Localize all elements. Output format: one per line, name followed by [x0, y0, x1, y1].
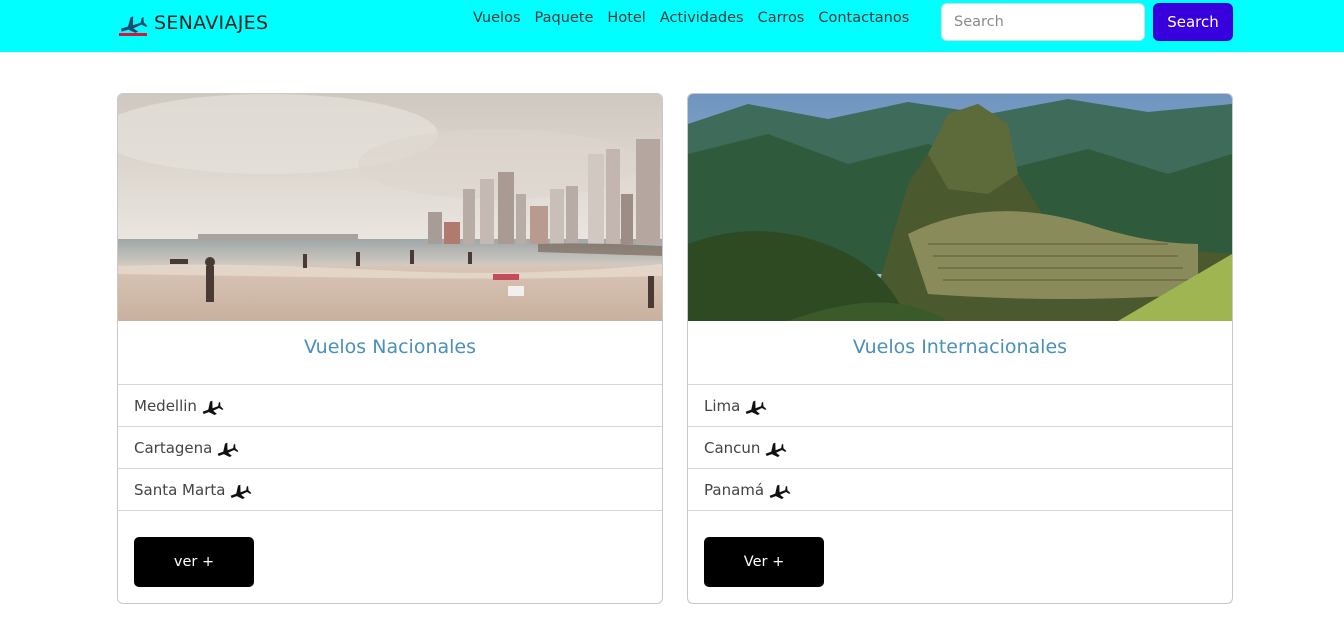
airplane-icon — [217, 442, 239, 457]
airplane-icon — [769, 484, 791, 499]
airplane-icon — [745, 400, 767, 415]
card-title: Vuelos Internacionales — [852, 336, 1068, 358]
brand[interactable]: SENAVIAJES — [118, 8, 268, 38]
destination-label: Panamá — [704, 480, 765, 499]
destination-label: Lima — [704, 396, 741, 415]
nav-links: Vuelos Paquete Hotel Actividades Carros … — [466, 10, 916, 26]
list-item[interactable]: Cancun — [688, 427, 1232, 469]
list-item[interactable]: Panamá — [688, 469, 1232, 511]
nav-link-actividades[interactable]: Actividades — [660, 10, 744, 26]
nav-link-contactanos[interactable]: Contactanos — [818, 10, 909, 26]
card-vuelos-nacionales: Vuelos Nacionales Medellin Cartagena San… — [117, 93, 663, 604]
airplane-icon — [231, 484, 252, 499]
search-button[interactable]: Search — [1153, 3, 1233, 41]
nav-link-hotel[interactable]: Hotel — [607, 10, 645, 26]
destination-label: Santa Marta — [134, 480, 226, 499]
nav-link-vuelos[interactable]: Vuelos — [473, 10, 521, 26]
nav-link-paquete[interactable]: Paquete — [535, 10, 594, 26]
brand-name: SENAVIAJES — [154, 12, 269, 34]
card-title: Vuelos Nacionales — [303, 336, 477, 358]
nav-link-carros[interactable]: Carros — [758, 10, 805, 26]
navbar: SENAVIAJES Vuelos Paquete Hotel Activida… — [0, 0, 1344, 52]
search-input[interactable] — [941, 3, 1145, 41]
ver-more-button[interactable]: Ver + — [704, 537, 824, 587]
airplane-logo-icon — [118, 9, 148, 37]
destination-list: Medellin Cartagena Santa Marta — [118, 384, 662, 511]
destination-label: Cancun — [704, 438, 761, 457]
list-item[interactable]: Lima — [688, 385, 1232, 427]
machu-picchu-mountains-image — [688, 94, 1232, 321]
destination-label: Medellin — [134, 396, 197, 415]
destination-list: Lima Cancun Panamá — [688, 384, 1232, 511]
card-vuelos-internacionales: Vuelos Internacionales Lima Cancun Panam… — [687, 93, 1233, 604]
ver-more-button[interactable]: ver + — [134, 537, 254, 587]
destination-label: Cartagena — [134, 438, 213, 457]
airplane-icon — [766, 442, 787, 457]
list-item[interactable]: Cartagena — [118, 427, 662, 469]
list-item[interactable]: Medellin — [118, 385, 662, 427]
airplane-icon — [202, 400, 224, 415]
list-item[interactable]: Santa Marta — [118, 469, 662, 511]
beach-city-skyline-image — [118, 94, 662, 321]
